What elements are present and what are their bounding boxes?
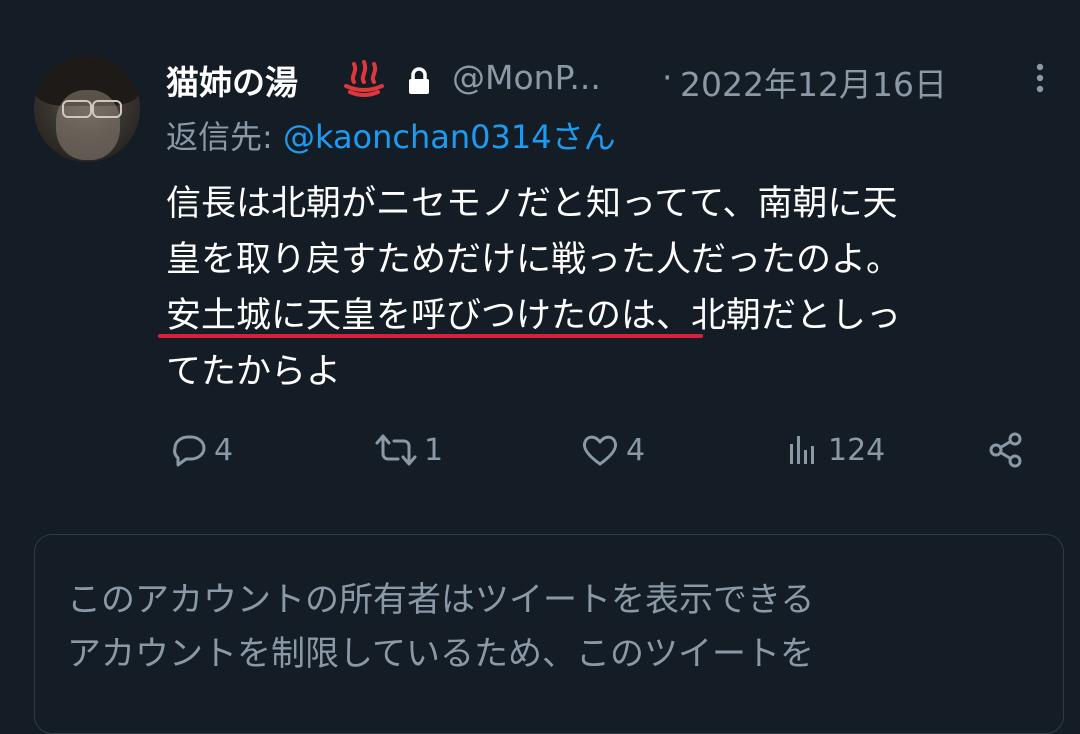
lock-icon [406, 66, 432, 100]
share-button[interactable] [986, 424, 1026, 476]
tweet-text: 信長は北朝がニセモノだと知ってて、南朝に天 皇を取り戻すためだけに戦った人だった… [166, 176, 1056, 400]
restricted-tweet-notice: このアカウントの所有者はツイートを表示できる アカウントを制限しているため、この… [34, 534, 1064, 734]
retweet-button[interactable]: 1 [374, 424, 443, 476]
views-chart-icon [786, 432, 822, 468]
share-icon [986, 430, 1026, 470]
notice-line: アカウントを制限しているため、このツイートを [67, 634, 814, 674]
tweet-header: 猫姉の湯 @MonP... · 2022年12月16日 [166, 52, 1066, 108]
reply-to: 返信先: @kaonchan0314さん [166, 112, 616, 158]
tweet-text-line: 皇を取り戻すためだけに戦った人だったのよ。 [166, 240, 902, 280]
separator-dot: · [662, 58, 673, 97]
reply-button[interactable]: 4 [170, 424, 233, 476]
tweet-date[interactable]: 2022年12月16日 [680, 58, 947, 106]
user-handle[interactable]: @MonP... [452, 58, 601, 97]
notice-line: このアカウントの所有者はツイートを表示できる [67, 580, 815, 620]
like-button[interactable]: 4 [580, 424, 645, 476]
avatar[interactable] [34, 56, 140, 162]
retweet-icon [374, 432, 418, 468]
more-options-icon[interactable] [1030, 58, 1050, 98]
avatar-glasses-right [92, 100, 122, 118]
tweet-text-line: 信長は北朝がニセモノだと知ってて、南朝に天 [166, 184, 898, 224]
reply-count: 4 [214, 432, 234, 468]
like-count: 4 [626, 432, 646, 468]
red-highlight-underline [158, 334, 703, 338]
reply-mention-link[interactable]: @kaonchan0314さん [283, 118, 616, 156]
views-button[interactable]: 124 [786, 424, 885, 476]
view-count: 124 [828, 432, 886, 468]
tweet-text-line: てたからよ [166, 352, 342, 392]
heart-icon [580, 432, 620, 468]
avatar-glasses-left [62, 100, 92, 118]
retweet-count: 1 [424, 432, 444, 468]
display-name[interactable]: 猫姉の湯 [166, 56, 298, 104]
reply-prefix: 返信先: [166, 118, 283, 156]
hot-springs-icon [342, 58, 386, 102]
tweet-actions: 4 1 4 124 [166, 424, 1046, 476]
reply-icon [170, 432, 208, 468]
